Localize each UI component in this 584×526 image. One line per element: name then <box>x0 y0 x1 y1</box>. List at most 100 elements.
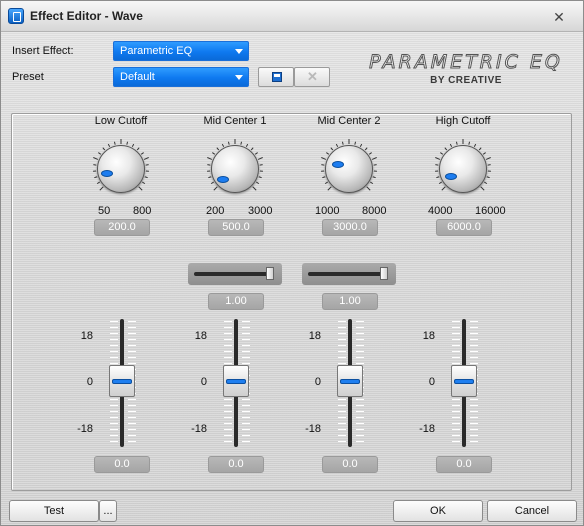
knob-body <box>211 145 259 193</box>
knob-tick <box>136 147 140 151</box>
knob-tick <box>326 152 330 155</box>
knob-tick <box>99 186 104 191</box>
gain-max-label: 18 <box>80 330 93 342</box>
high-cutoff-value[interactable]: 6000.0 <box>436 219 492 236</box>
mid-center-2-knob[interactable] <box>319 139 379 199</box>
range-max: 16000 <box>475 205 506 217</box>
mid-center-1-value[interactable]: 500.0 <box>208 219 264 236</box>
close-button[interactable]: ✕ <box>550 9 568 25</box>
gain-value-3[interactable]: 0.0 <box>322 456 378 473</box>
knob-tick <box>480 186 485 191</box>
title-bar: Effect Editor - Wave ✕ <box>1 1 583 32</box>
gain-thumb-3[interactable] <box>337 365 363 397</box>
knob-tick <box>107 143 111 147</box>
insert-effect-dropdown[interactable]: Parametric EQ <box>113 41 249 61</box>
knob-tick <box>444 147 448 151</box>
thumb-grip <box>226 379 246 384</box>
knob-tick <box>256 181 260 185</box>
range-max: 800 <box>133 205 152 217</box>
knob-tick <box>216 147 220 151</box>
knob-tick <box>324 181 328 185</box>
knob-tick <box>435 157 441 160</box>
knob-tick <box>210 181 214 185</box>
save-icon <box>272 72 282 82</box>
gain-zero-label: 0 <box>86 376 93 388</box>
knob-tick <box>227 141 230 145</box>
test-button[interactable]: Test <box>9 500 99 522</box>
gain-thumb-4[interactable] <box>451 365 477 397</box>
knob-tick <box>354 141 357 145</box>
range-max: 8000 <box>362 205 387 217</box>
logo-title: PARAMETRIC EQ <box>369 51 563 74</box>
cancel-button[interactable]: Cancel <box>487 500 577 522</box>
preset-value: Default <box>120 71 155 83</box>
gain-value-4[interactable]: 0.0 <box>436 456 492 473</box>
knob-tick <box>207 157 213 160</box>
knob-tick <box>140 152 144 155</box>
q-slider-2[interactable] <box>302 263 396 285</box>
logo-subtitle: BY CREATIVE <box>430 75 502 86</box>
knob-tick <box>321 157 327 160</box>
knob-tick <box>486 176 490 179</box>
band-name-mid-center-1: Mid Center 1 <box>203 115 267 127</box>
knob-tick <box>213 186 218 191</box>
knob-tick <box>142 181 146 185</box>
gain-zero-label: 0 <box>200 376 207 388</box>
knob-tick <box>98 152 102 155</box>
thumb-grip <box>340 379 360 384</box>
slider-thumb[interactable] <box>380 267 388 280</box>
knob-tick <box>485 157 491 160</box>
knob-tick <box>370 181 374 185</box>
gain-min-label: -18 <box>419 423 435 435</box>
knob-tick <box>372 176 376 179</box>
preset-dropdown[interactable]: Default <box>113 67 249 87</box>
range-min: 1000 <box>315 205 340 217</box>
knob-tick <box>240 141 243 145</box>
band-name-high-cutoff: High Cutoff <box>435 115 491 127</box>
knob-tick <box>102 147 106 151</box>
q-slider-1[interactable] <box>188 263 282 285</box>
knob-tick <box>96 181 100 185</box>
q-value-1[interactable]: 1.00 <box>208 293 264 310</box>
effect-editor-window: Effect Editor - Wave ✕ Insert Effect: Pa… <box>0 0 584 526</box>
knob-tick <box>144 176 148 179</box>
band-name-low-cutoff: Low Cutoff <box>94 115 148 127</box>
knob-tick <box>254 152 258 155</box>
gain-thumb-2[interactable] <box>223 365 249 397</box>
gain-value-2[interactable]: 0.0 <box>208 456 264 473</box>
knob-tick <box>221 143 225 147</box>
gain-max-label: 18 <box>194 330 207 342</box>
range-min: 4000 <box>428 205 453 217</box>
knob-tick <box>468 141 471 145</box>
knob-tick <box>257 157 263 160</box>
slider-thumb[interactable] <box>266 267 274 280</box>
mid-center-2-value[interactable]: 3000.0 <box>322 219 378 236</box>
knob-indicator <box>101 170 113 177</box>
gain-thumb-1[interactable] <box>109 365 135 397</box>
low-cutoff-knob[interactable] <box>91 139 151 199</box>
knob-tick <box>250 147 254 151</box>
knob-tick <box>93 157 99 160</box>
low-cutoff-value[interactable]: 200.0 <box>94 219 150 236</box>
knob-tick <box>212 152 216 155</box>
mid-center-1-knob[interactable] <box>205 139 265 199</box>
gain-value-1[interactable]: 0.0 <box>94 456 150 473</box>
q-value-2[interactable]: 1.00 <box>322 293 378 310</box>
knob-tick <box>258 176 262 179</box>
knob-tick <box>113 141 116 145</box>
save-preset-button[interactable] <box>258 67 294 87</box>
knob-indicator <box>332 161 344 168</box>
knob-tick <box>371 157 377 160</box>
knob-tick <box>440 152 444 155</box>
insert-effect-label: Insert Effect: <box>12 45 74 57</box>
knob-tick <box>327 186 332 191</box>
knob-tick <box>455 141 458 145</box>
knob-tick <box>438 181 442 185</box>
gain-min-label: -18 <box>305 423 321 435</box>
gain-zero-label: 0 <box>314 376 321 388</box>
high-cutoff-knob[interactable] <box>433 139 493 199</box>
more-options-button[interactable]: ... <box>99 500 117 522</box>
knob-tick <box>330 147 334 151</box>
delete-preset-button[interactable]: ✕ <box>294 67 330 87</box>
ok-button[interactable]: OK <box>393 500 483 522</box>
